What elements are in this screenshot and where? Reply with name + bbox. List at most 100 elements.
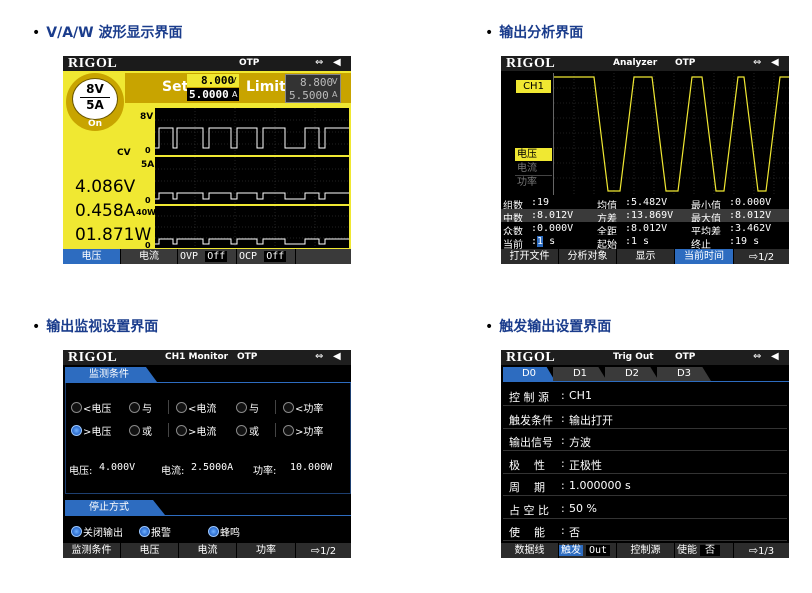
stats-value: :8.012V	[625, 223, 668, 234]
softkey-trigger[interactable]: 触发 Out	[559, 543, 617, 558]
softkey-ocp[interactable]: OCP Off	[237, 249, 296, 264]
softkey-next-page[interactable]: ⇨1/3	[734, 543, 789, 558]
axis-5a: 5A	[141, 160, 155, 170]
softkey-ovp[interactable]: OVP Off	[178, 249, 237, 264]
softkey-display[interactable]: 显示	[617, 249, 675, 264]
obj-voltage[interactable]: 电压	[515, 148, 552, 161]
radio-power-gt[interactable]	[283, 425, 294, 436]
radio-power-lt[interactable]	[283, 402, 294, 413]
trig-setting-label: 周 期	[509, 481, 545, 494]
usb-icon: ⇔	[753, 57, 762, 68]
usb-icon: ⇔	[753, 351, 762, 362]
screen-header: RIGOL OTP ⇔ ◀	[63, 56, 351, 71]
caption-waveform: • V/A/W 波形显示界面	[32, 25, 183, 41]
tab-d3[interactable]: D3	[657, 367, 711, 381]
softkey-next-page[interactable]: ⇨1/2	[734, 249, 789, 264]
arrow-right-icon: ⇨	[310, 544, 321, 557]
radio-voltage-gt[interactable]	[71, 425, 82, 436]
radio-and-1[interactable]	[129, 402, 140, 413]
measured-power: 01.871W	[75, 225, 152, 245]
trig-setting-value[interactable]: 正极性	[569, 457, 602, 473]
softkey-voltage[interactable]: 电压	[121, 543, 179, 558]
measured-voltage: 4.086V	[75, 177, 136, 197]
obj-power[interactable]: 功率	[515, 176, 552, 189]
trig-setting-value[interactable]: CH1	[569, 389, 592, 402]
radio-or-2[interactable]	[236, 425, 247, 436]
current-time-value[interactable]: :1 s	[531, 236, 555, 247]
obj-current[interactable]: 电流	[515, 162, 552, 176]
trig-setting-label: 极 性	[509, 458, 545, 472]
radio-current-gt[interactable]	[176, 425, 187, 436]
monitor-power-label: 功率:	[253, 466, 277, 477]
trig-setting-label: 输出信号	[509, 436, 553, 449]
measured-current: 0.458A	[75, 201, 136, 221]
trig-setting-value[interactable]: 1.000000 s	[569, 479, 631, 492]
tab-d1[interactable]: D1	[553, 367, 607, 381]
set-label: Set	[162, 79, 189, 95]
analyzer-screen: RIGOL Analyzer OTP ⇔ ◀ CH1 电压 电流 功率 组数:1…	[501, 56, 789, 264]
screen-header: RIGOL Analyzer OTP ⇔ ◀	[501, 56, 789, 71]
softkey-next-page[interactable]: ⇨1/2	[296, 543, 351, 558]
monitor-current-value[interactable]: 2.5000A	[191, 462, 233, 473]
speaker-icon: ◀	[771, 351, 779, 362]
radio-current-lt[interactable]	[176, 402, 187, 413]
limit-values[interactable]: 8.800 V 5.5000 A	[285, 74, 341, 103]
stats-value: :19 s	[729, 236, 760, 247]
checkbox-close-output[interactable]	[71, 526, 82, 537]
radio-and-2[interactable]	[236, 402, 247, 413]
softkey-data-line[interactable]: 数据线	[501, 543, 559, 558]
trig-setting-label: 使 能	[509, 526, 545, 539]
trig-setting-value[interactable]: 否	[569, 524, 580, 540]
axis-40w: 40W	[136, 208, 156, 217]
softkey-control-source[interactable]: 控制源	[617, 543, 675, 558]
voltage-plot	[155, 108, 349, 155]
softkey-enable[interactable]: 使能否	[675, 543, 734, 558]
rigol-logo: RIGOL	[68, 56, 118, 71]
cv-label: CV	[117, 148, 131, 158]
checkbox-alarm[interactable]	[139, 526, 150, 537]
radio-voltage-lt[interactable]	[71, 402, 82, 413]
monitor-power-value[interactable]: 10.000W	[290, 462, 332, 473]
tab-d0[interactable]: D0	[503, 367, 555, 381]
softkey-monitor-cond[interactable]: 监测条件	[63, 543, 121, 558]
trig-setting-label: 触发条件	[509, 413, 553, 427]
softkey-analyze-object[interactable]: 分析对象	[559, 249, 617, 264]
channel-badge[interactable]: 8V 5A On	[66, 73, 124, 131]
trig-setting-value[interactable]: 方波	[569, 434, 591, 450]
current-plot	[155, 157, 349, 204]
screen-title: Trig Out	[613, 352, 654, 362]
speaker-icon: ◀	[771, 57, 779, 68]
set-current-field[interactable]: 5.0000 A	[187, 88, 239, 101]
softkey-current[interactable]: 电流	[179, 543, 237, 558]
stop-mode-tab[interactable]: 停止方式	[65, 500, 165, 515]
badge-current: 5A	[86, 98, 104, 112]
softkey-bar: 打开文件 分析对象 显示 当前时间 ⇨1/2	[501, 249, 789, 264]
bullet: •	[485, 319, 494, 335]
trig-setting-value[interactable]: 输出打开	[569, 412, 613, 428]
softkey-current[interactable]: 电流	[121, 249, 178, 264]
speaker-icon: ◀	[333, 351, 341, 362]
caption-trig-out: • 触发输出设置界面	[485, 319, 612, 335]
otp-label: OTP	[675, 352, 696, 362]
trig-setting-value[interactable]: 50 %	[569, 502, 597, 515]
softkey-current-time[interactable]: 当前时间	[675, 249, 734, 264]
channel-tag[interactable]: CH1	[516, 80, 551, 93]
monitor-voltage-label: 电压:	[69, 466, 93, 477]
screen-header: RIGOL Trig Out OTP ⇔ ◀	[501, 350, 789, 365]
softkey-open-file[interactable]: 打开文件	[501, 249, 559, 264]
otp-label: OTP	[675, 58, 696, 68]
monitor-voltage-value[interactable]: 4.000V	[99, 462, 135, 473]
analyzer-plot	[553, 73, 789, 195]
axis-8v: 8V	[140, 112, 154, 122]
caption-monitor: • 输出监视设置界面	[32, 319, 159, 335]
limit-label: Limit	[246, 79, 286, 95]
softkey-voltage[interactable]: 电压	[63, 249, 121, 264]
checkbox-beep[interactable]	[208, 526, 219, 537]
tab-d2[interactable]: D2	[605, 367, 659, 381]
stats-value: :1 s	[625, 236, 650, 247]
monitor-cond-tab[interactable]: 监测条件	[65, 367, 157, 382]
set-voltage-field[interactable]: 8.000 V	[187, 74, 239, 87]
radio-or-1[interactable]	[129, 425, 140, 436]
trig-setting-label: 占 空 比	[509, 503, 549, 517]
softkey-power[interactable]: 功率	[237, 543, 296, 558]
